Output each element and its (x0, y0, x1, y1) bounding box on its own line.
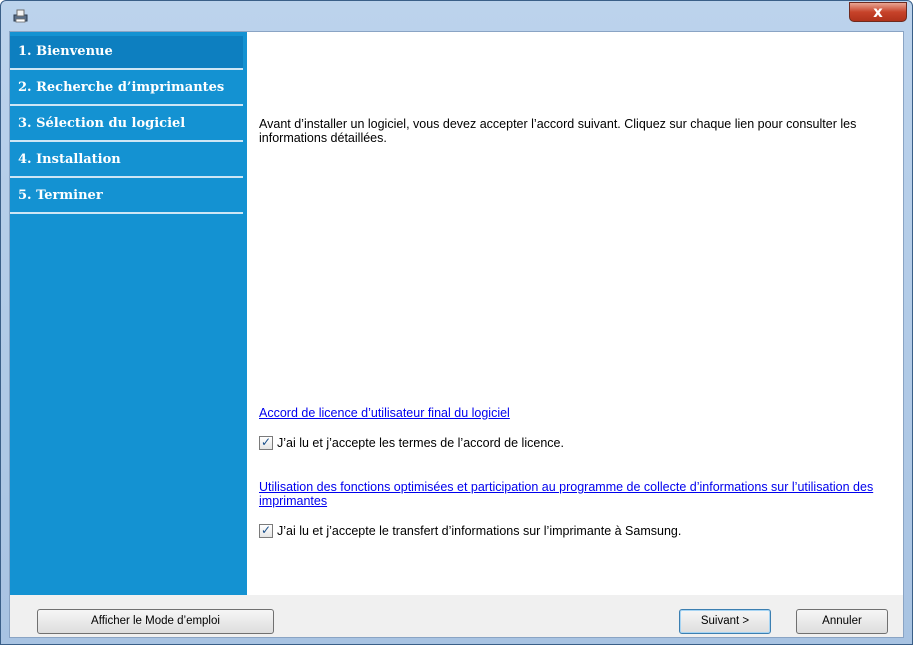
data-collection-link[interactable]: Utilisation des fonctions optimisées et … (259, 480, 879, 508)
license-link[interactable]: Accord de licence d’utilisateur final du… (259, 406, 510, 420)
data-transfer-checkbox[interactable]: ✓ (259, 523, 273, 538)
sidebar-step-software-selection: 3. Sélection du logiciel (10, 108, 243, 142)
checkmark-icon: ✓ (261, 435, 272, 449)
steps-sidebar: 1. Bienvenue 2. Recherche d’imprimantes … (10, 32, 247, 595)
data-transfer-checkbox-label[interactable]: J’ai lu et j’accepte le transfert d’info… (277, 524, 681, 538)
close-icon: x (873, 3, 883, 21)
installer-icon (13, 9, 28, 23)
license-checkbox[interactable]: ✓ (259, 435, 273, 450)
checkmark-icon: ✓ (261, 523, 272, 537)
sidebar-step-welcome: 1. Bienvenue (10, 36, 243, 70)
close-button[interactable]: x (849, 2, 907, 22)
sidebar-step-finish: 5. Terminer (10, 180, 243, 214)
wizard-body: 1. Bienvenue 2. Recherche d’imprimantes … (9, 31, 904, 638)
manual-button[interactable]: Afficher le Mode d’emploi (37, 609, 274, 634)
license-checkbox-label[interactable]: J’ai lu et j’accepte les termes de l’acc… (277, 436, 564, 450)
installer-window: x 1. Bienvenue 2. Recherche d’imprimante… (0, 0, 913, 645)
intro-text: Avant d’installer un logiciel, vous deve… (259, 117, 857, 145)
cancel-button[interactable]: Annuler (796, 609, 888, 634)
next-button[interactable]: Suivant > (679, 609, 771, 634)
sidebar-step-installation: 4. Installation (10, 144, 243, 178)
sidebar-step-printer-search: 2. Recherche d’imprimantes (10, 72, 243, 106)
content-panel: Avant d’installer un logiciel, vous deve… (247, 32, 903, 595)
title-bar[interactable]: x (1, 1, 912, 31)
